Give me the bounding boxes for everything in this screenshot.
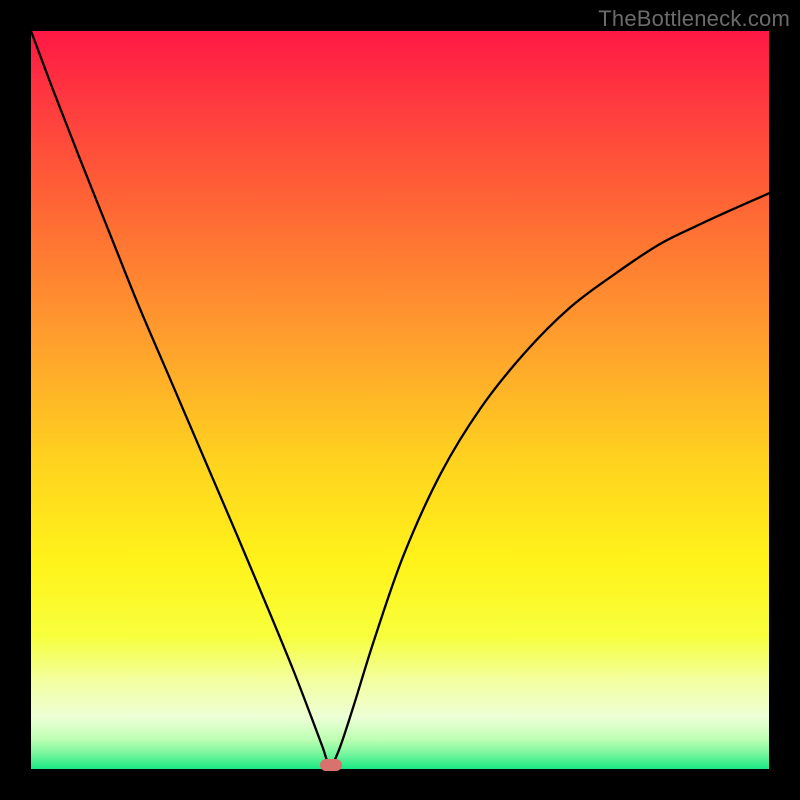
chart-frame: TheBottleneck.com [0,0,800,800]
plot-area [31,31,769,769]
bottleneck-curve [31,31,769,765]
curve-layer [31,31,769,769]
watermark-text: TheBottleneck.com [598,6,790,32]
minimum-marker [320,759,342,771]
